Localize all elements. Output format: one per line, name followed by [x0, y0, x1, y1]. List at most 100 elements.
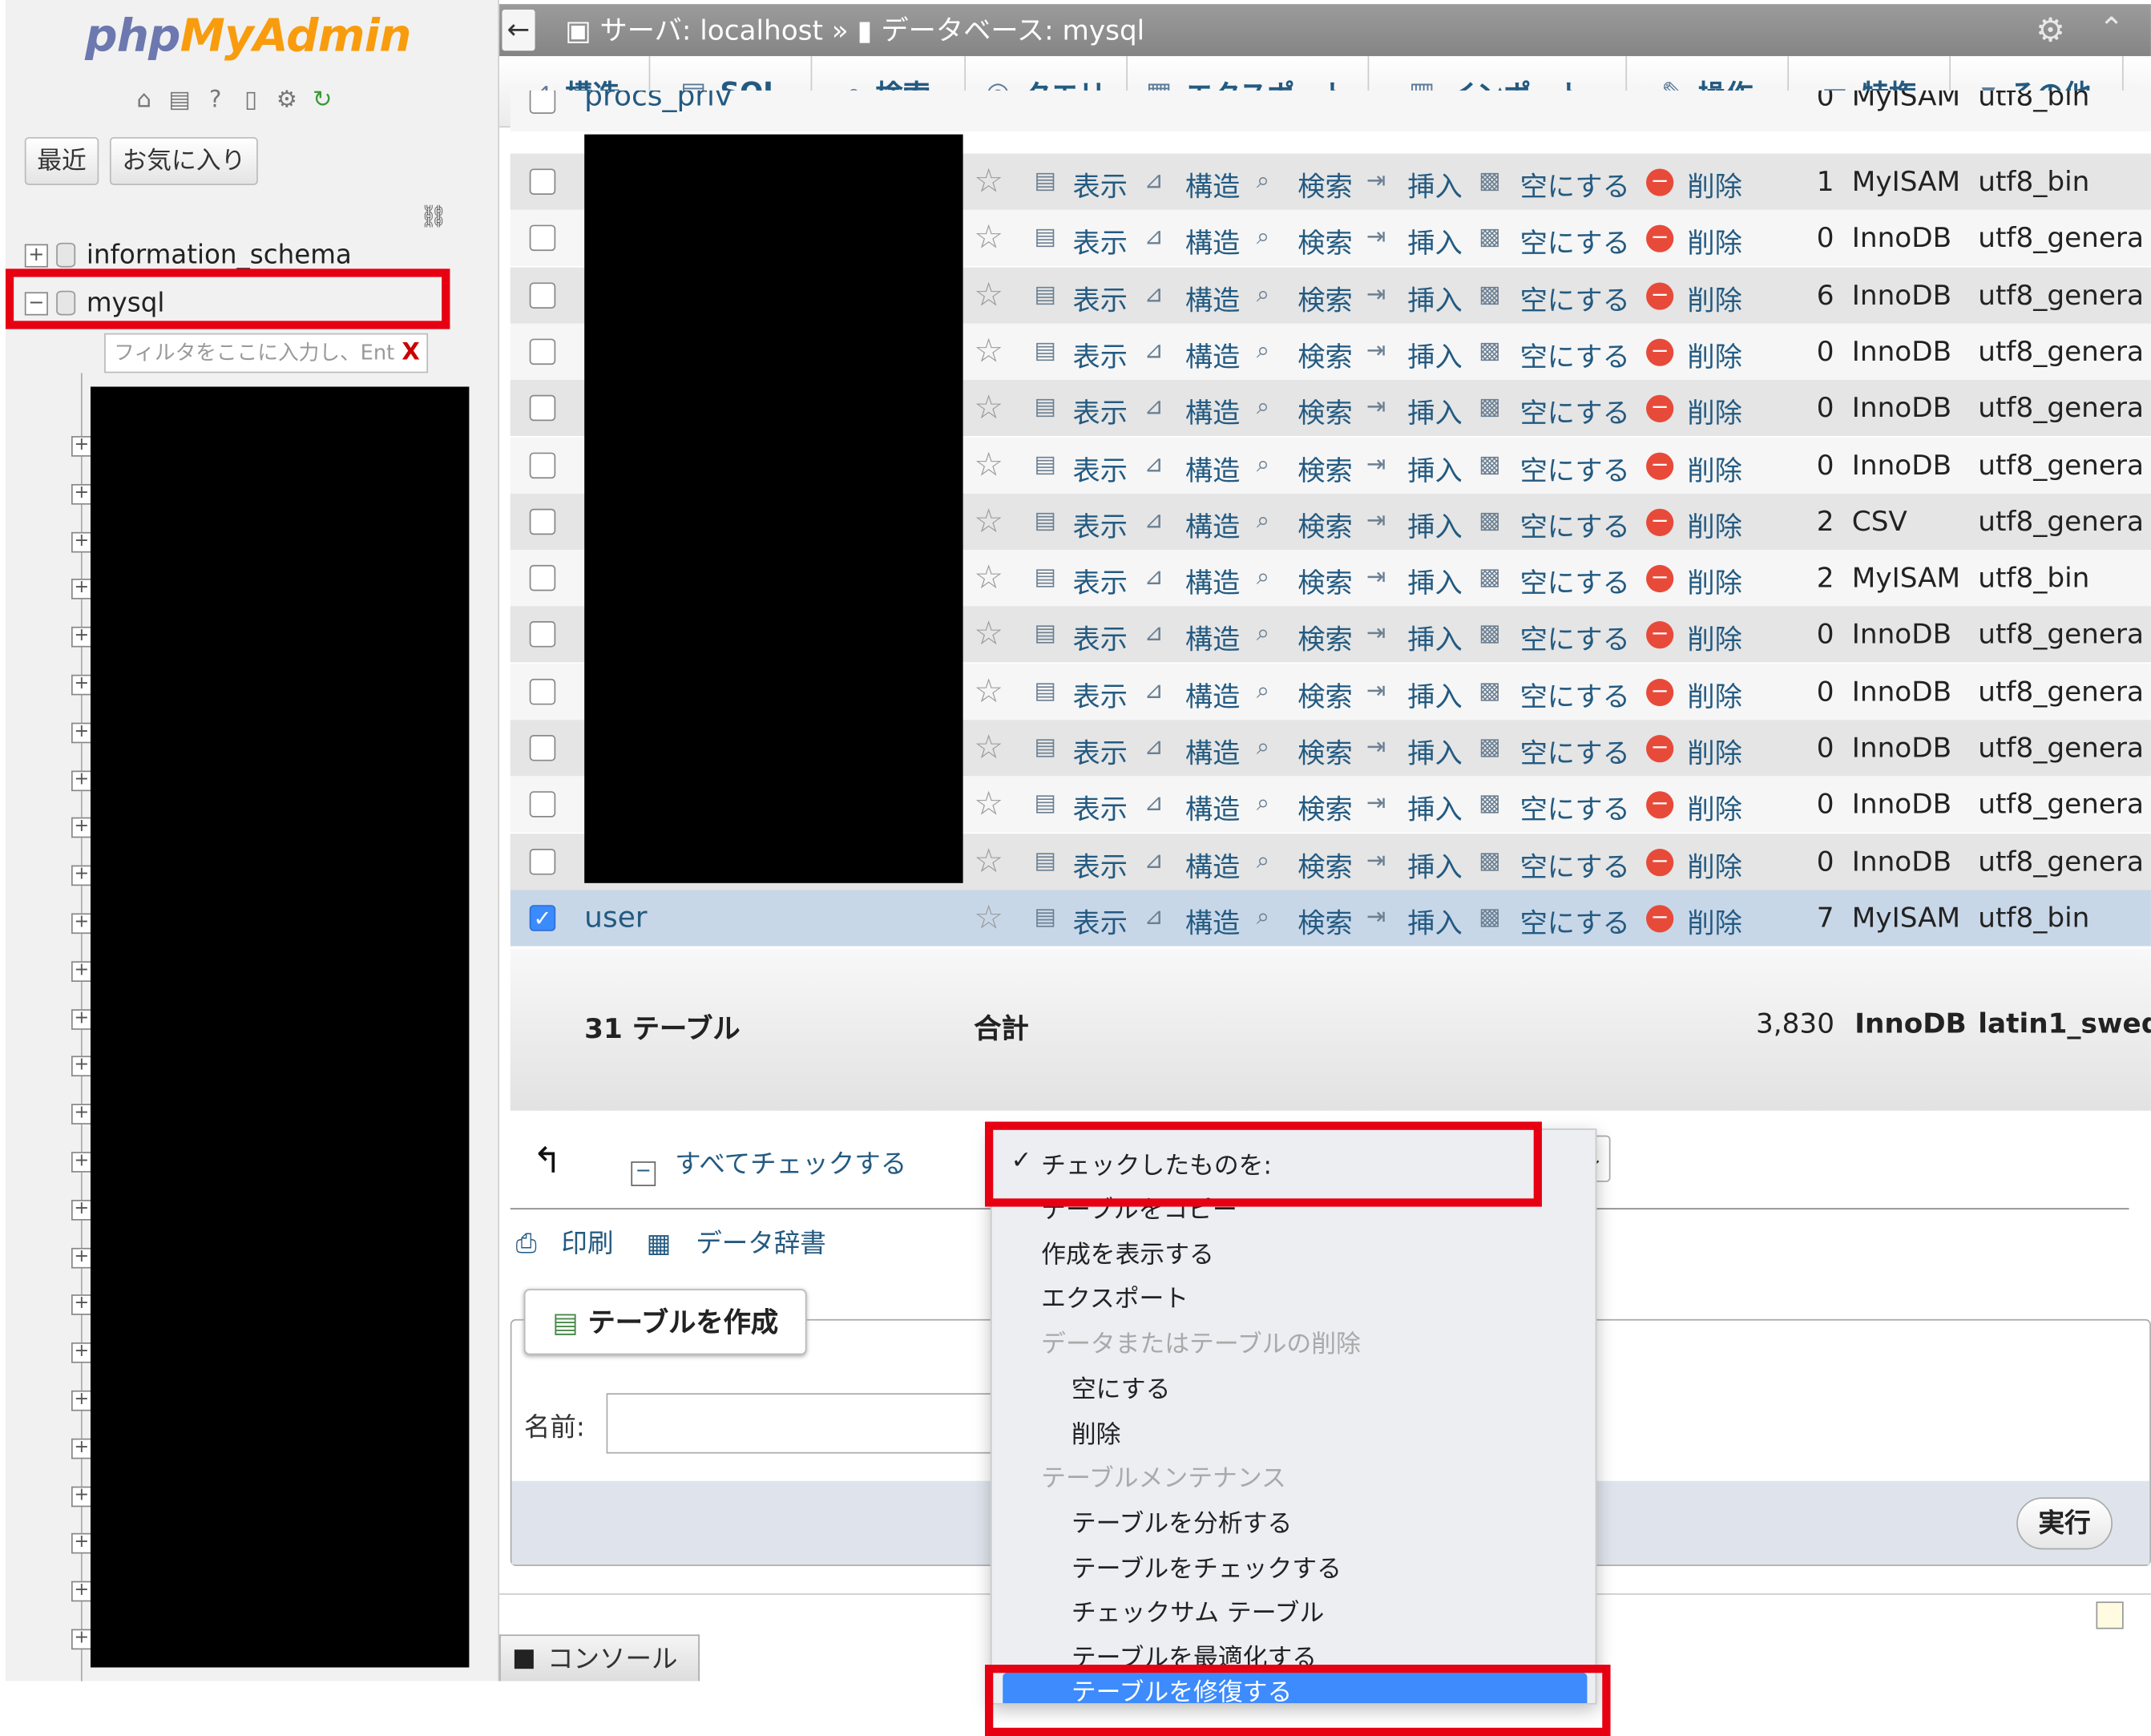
search-icon[interactable]: ⌕: [1257, 563, 1269, 591]
drop-link[interactable]: 削除: [1687, 391, 1741, 431]
browse-link[interactable]: 表示: [1073, 504, 1128, 544]
browse-link[interactable]: 表示: [1073, 278, 1128, 318]
drop-icon[interactable]: −: [1646, 394, 1674, 423]
browse-link[interactable]: 表示: [1073, 674, 1128, 714]
insert-link[interactable]: 挿入: [1407, 448, 1462, 488]
empty-icon[interactable]: ▩: [1479, 903, 1500, 931]
drop-icon[interactable]: −: [1646, 508, 1674, 536]
structure-icon[interactable]: ⊿: [1144, 337, 1164, 365]
structure-icon[interactable]: ⊿: [1144, 790, 1164, 818]
browse-link[interactable]: 表示: [1073, 448, 1128, 488]
favorite-star-icon[interactable]: ☆: [974, 842, 1003, 880]
row-checkbox[interactable]: [529, 735, 556, 761]
search-icon[interactable]: ⌕: [1257, 733, 1269, 761]
insert-icon[interactable]: ⇥: [1366, 337, 1386, 365]
console-tab[interactable]: コンソール: [499, 1634, 700, 1681]
insert-link[interactable]: 挿入: [1407, 731, 1462, 771]
structure-link[interactable]: 構造: [1185, 618, 1240, 658]
insert-link[interactable]: 挿入: [1407, 901, 1462, 941]
logout-icon[interactable]: ▤: [164, 85, 195, 115]
docs-icon[interactable]: ▯: [236, 85, 266, 115]
empty-link[interactable]: 空にする: [1520, 278, 1630, 318]
empty-link[interactable]: 空にする: [1520, 391, 1630, 431]
browse-link[interactable]: 表示: [1073, 788, 1128, 828]
drop-icon[interactable]: −: [1646, 847, 1674, 876]
favorite-star-icon[interactable]: ☆: [974, 502, 1003, 540]
drop-link[interactable]: 削除: [1687, 674, 1741, 714]
breadcrumb-server[interactable]: サーバ: localhost: [599, 14, 822, 46]
empty-icon[interactable]: ▩: [1479, 337, 1500, 365]
drop-link[interactable]: 削除: [1687, 731, 1741, 771]
structure-link[interactable]: 構造: [1185, 674, 1240, 714]
favorite-star-icon[interactable]: ☆: [974, 672, 1003, 710]
table-name[interactable]: user: [584, 901, 647, 934]
search-link[interactable]: 検索: [1297, 618, 1352, 658]
search-icon[interactable]: ⌕: [1257, 394, 1269, 421]
insert-icon[interactable]: ⇥: [1366, 563, 1386, 591]
row-checkbox[interactable]: [529, 621, 556, 648]
insert-link[interactable]: 挿入: [1407, 618, 1462, 658]
browse-icon[interactable]: ▤: [1035, 563, 1056, 591]
drop-link[interactable]: 削除: [1687, 618, 1741, 658]
tree-expand-icon[interactable]: +: [71, 1199, 92, 1221]
structure-link[interactable]: 構造: [1185, 561, 1240, 601]
search-link[interactable]: 検索: [1297, 788, 1352, 828]
drop-link[interactable]: 削除: [1687, 448, 1741, 488]
structure-icon[interactable]: ⊿: [1144, 394, 1164, 421]
search-icon[interactable]: ⌕: [1257, 847, 1269, 874]
row-checkbox[interactable]: [529, 90, 556, 115]
insert-link[interactable]: 挿入: [1407, 164, 1462, 204]
tree-expand-icon[interactable]: +: [71, 1104, 92, 1125]
insert-link[interactable]: 挿入: [1407, 334, 1462, 374]
empty-icon[interactable]: ▩: [1479, 224, 1500, 251]
db-item-information-schema[interactable]: + information_schema: [24, 237, 352, 273]
tree-expand-icon[interactable]: +: [71, 1056, 92, 1077]
empty-icon[interactable]: ▩: [1479, 281, 1500, 308]
empty-link[interactable]: 空にする: [1520, 844, 1630, 884]
structure-icon[interactable]: ⊿: [1144, 281, 1164, 308]
structure-link[interactable]: 構造: [1185, 391, 1240, 431]
browse-icon[interactable]: ▤: [1035, 168, 1056, 195]
drop-icon[interactable]: −: [1646, 451, 1674, 479]
search-icon[interactable]: ⌕: [1257, 168, 1269, 195]
browse-link[interactable]: 表示: [1073, 901, 1128, 941]
insert-link[interactable]: 挿入: [1407, 504, 1462, 544]
search-link[interactable]: 検索: [1297, 504, 1352, 544]
drop-link[interactable]: 削除: [1687, 221, 1741, 261]
data-dictionary-link[interactable]: データ辞書: [696, 1229, 826, 1259]
drop-icon[interactable]: −: [1646, 734, 1674, 763]
browse-link[interactable]: 表示: [1073, 391, 1128, 431]
browse-icon[interactable]: ▤: [1035, 450, 1056, 478]
structure-icon[interactable]: ⊿: [1144, 847, 1164, 874]
tree-expand-icon[interactable]: +: [71, 1247, 92, 1268]
empty-link[interactable]: 空にする: [1520, 561, 1630, 601]
favorite-star-icon[interactable]: ☆: [974, 728, 1003, 766]
insert-icon[interactable]: ⇥: [1366, 733, 1386, 761]
search-link[interactable]: 検索: [1297, 278, 1352, 318]
structure-link[interactable]: 構造: [1185, 164, 1240, 204]
structure-link[interactable]: 構造: [1185, 334, 1240, 374]
dropdown-option[interactable]: 作成を表示する: [1041, 1235, 1214, 1270]
tree-expand-icon[interactable]: +: [71, 531, 92, 552]
search-link[interactable]: 検索: [1297, 674, 1352, 714]
tree-expand-icon[interactable]: +: [71, 769, 92, 791]
drop-link[interactable]: 削除: [1687, 901, 1741, 941]
structure-link[interactable]: 構造: [1185, 448, 1240, 488]
row-checkbox[interactable]: [529, 395, 556, 422]
insert-link[interactable]: 挿入: [1407, 844, 1462, 884]
favorite-star-icon[interactable]: ☆: [974, 445, 1003, 483]
drop-link[interactable]: 削除: [1687, 164, 1741, 204]
tree-expand-icon[interactable]: +: [71, 865, 92, 886]
empty-icon[interactable]: ▩: [1479, 620, 1500, 648]
search-icon[interactable]: ⌕: [1257, 790, 1269, 818]
row-checkbox[interactable]: [529, 565, 556, 591]
notes-icon[interactable]: [2096, 1601, 2124, 1629]
favorite-star-icon[interactable]: ☆: [974, 275, 1003, 313]
empty-icon[interactable]: ▩: [1479, 168, 1500, 195]
browse-icon[interactable]: ▤: [1035, 224, 1056, 251]
tree-expand-icon[interactable]: +: [71, 627, 92, 648]
tree-expand-icon[interactable]: +: [71, 1438, 92, 1459]
structure-icon[interactable]: ⊿: [1144, 168, 1164, 195]
insert-link[interactable]: 挿入: [1407, 788, 1462, 828]
favorite-star-icon[interactable]: ☆: [974, 162, 1003, 200]
